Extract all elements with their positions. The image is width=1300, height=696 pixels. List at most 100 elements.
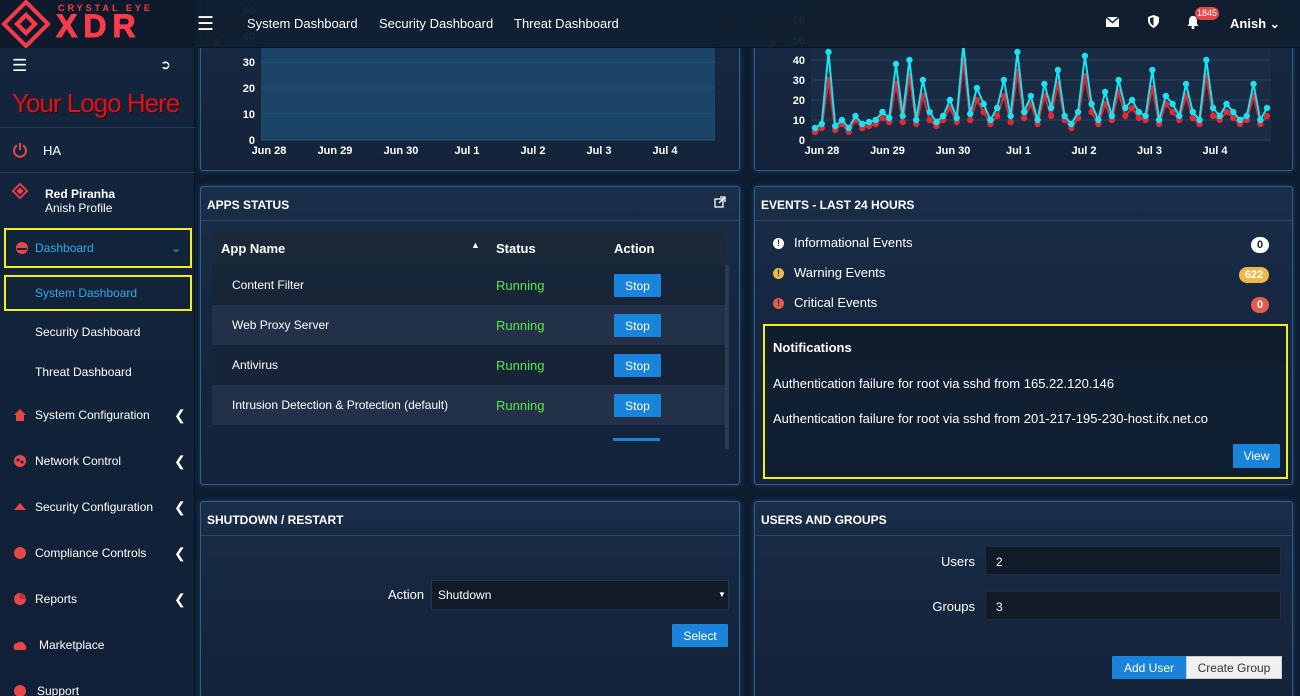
stop-button-partial[interactable] [613,438,660,441]
data-point [1169,100,1176,108]
x-tick-label: Jul 1 [1006,145,1031,157]
column-header-action[interactable]: Action [614,241,654,256]
sort-asc-icon[interactable]: ▲ [471,240,480,250]
apps-table: App Name ▲ Status Action Content Filter … [212,231,725,425]
data-point [1047,104,1055,112]
mail-icon[interactable] [1105,15,1120,30]
view-notifications-button[interactable]: View [1233,444,1280,468]
sidebar-subitem-label: System Dashboard [35,286,138,300]
data-point [879,108,886,116]
sidebar-subitem-threat-dashboard[interactable]: Threat Dashboard [0,352,195,392]
data-point [1209,112,1217,120]
data-point [892,60,900,68]
shield-icon[interactable] [1148,15,1159,31]
sidebar-subitem-security-dashboard[interactable]: Security Dashboard [0,312,195,352]
info-icon: ! [773,238,784,249]
sidebar-item-ha[interactable]: HA [0,130,195,170]
app-status: Running [496,318,545,333]
hamburger-menu-icon[interactable]: ☰ [197,13,214,36]
select-button[interactable]: Select [672,624,728,647]
data-point [1142,112,1149,120]
data-point [872,116,879,124]
add-user-button[interactable]: Add User [1112,656,1186,679]
user-menu[interactable]: Anish ⌄ [1230,16,1280,31]
data-point [1088,100,1095,108]
panel-title: SHUTDOWN / RESTART [207,513,344,527]
table-row: Intrusion Detection & Protection (defaul… [212,385,725,425]
chevron-left-icon: ❮ [174,590,186,607]
crystal-eye-logo-icon [1,0,51,48]
data-point [946,96,954,104]
action-select[interactable]: Shutdown ▼ [431,580,729,610]
sidebar-item-label: Dashboard [35,241,94,255]
marketplace-icon [12,637,28,653]
event-row-critical[interactable]: ! Critical Events 0 [773,295,1273,315]
sidebar-subitem-system-dashboard[interactable]: System Dashboard [4,275,192,311]
sidebar-item-label: Compliance Controls [35,546,147,560]
event-row-warning[interactable]: ! Warning Events 622 [773,265,1273,285]
y-tick-label: 20 [243,83,255,95]
groups-count-value: 3 [996,600,1003,614]
chevron-left-icon: ❮ [174,406,186,423]
top-link-security-dashboard[interactable]: Security Dashboard [379,16,493,31]
stop-button[interactable]: Stop [614,354,661,377]
app-name: Web Proxy Server [232,318,330,332]
chevron-left-icon: ❮ [174,452,186,469]
sidebar-item-reports[interactable]: Reports ❮ [0,579,195,619]
create-group-button[interactable]: Create Group [1186,656,1282,679]
x-tick-label: Jul 1 [454,145,479,157]
notifications-title: Notifications [773,340,852,355]
data-point [825,48,832,56]
notification-message[interactable]: Authentication failure for root via sshd… [773,376,1114,391]
sidebar-item-system-configuration[interactable]: System Configuration ❮ [0,395,195,435]
sidebar-item-compliance-controls[interactable]: Compliance Controls ❮ [0,533,195,573]
app-name: Intrusion Detection & Protection (defaul… [232,398,449,412]
stop-button[interactable]: Stop [614,274,661,297]
data-point [1101,88,1109,96]
data-point [886,114,893,122]
chevron-down-icon: ⌄ [171,241,182,255]
data-point [1095,116,1102,124]
external-link-icon[interactable] [714,196,726,211]
power-icon [12,142,28,158]
data-point [919,76,927,84]
data-point [987,116,994,124]
divider [0,127,195,128]
sidebar-profile[interactable]: Red Piranha Anish Profile [0,178,195,224]
divider [755,220,1292,221]
reports-icon [12,591,28,607]
top-link-system-dashboard[interactable]: System Dashboard [247,16,358,31]
event-label: Critical Events [794,295,878,310]
data-point [1074,108,1082,116]
sidebar-item-label: Support [37,684,80,696]
event-row-informational[interactable]: ! Informational Events 0 [773,235,1273,255]
scrollbar[interactable] [725,265,729,449]
divider [0,172,195,173]
notification-message[interactable]: Authentication failure for root via sshd… [773,411,1208,426]
sidebar-item-marketplace[interactable]: Marketplace [0,625,195,665]
x-tick-label: Jun 29 [870,145,905,157]
data-point [1034,116,1041,124]
stop-button[interactable]: Stop [614,394,661,417]
data-point [1122,104,1129,112]
data-point [1189,108,1196,116]
data-point [1007,112,1014,120]
data-point [1182,80,1190,88]
sidebar-item-dashboard[interactable]: Dashboard ⌄ [4,228,192,268]
column-header-app-name[interactable]: App Name [221,241,285,256]
y-tick-label: 30 [243,57,255,69]
column-header-status[interactable]: Status [496,241,536,256]
support-icon [12,683,28,696]
sidebar-item-network-control[interactable]: Network Control ❮ [0,441,195,481]
menu-icon[interactable]: ☰ [12,56,27,76]
sidebar-item-security-configuration[interactable]: Security Configuration ❮ [0,487,195,527]
logout-icon[interactable]: ➲ [160,57,171,73]
sidebar-item-support[interactable]: Support [0,671,195,696]
brand-logo[interactable]: CRYSTAL EYE XDR [0,0,195,48]
data-point [1115,76,1122,84]
data-point [1061,112,1068,120]
data-point [906,56,913,64]
stop-button[interactable]: Stop [614,314,661,337]
top-link-threat-dashboard[interactable]: Threat Dashboard [514,16,619,31]
data-point [1243,112,1250,120]
